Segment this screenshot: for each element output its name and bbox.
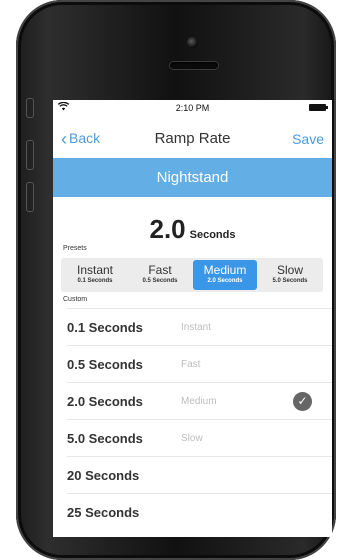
preset-name: Medium [203, 263, 247, 277]
current-rate: 2.0 Seconds [53, 214, 332, 245]
save-button[interactable]: Save [292, 131, 324, 147]
front-camera [187, 37, 198, 48]
app-screen: 2:10 PM ‹ Back Ramp Rate Save Nightstand … [53, 100, 332, 537]
row-value: 2.0 Seconds [67, 394, 143, 409]
presets-label: Presets [63, 245, 87, 252]
list-item[interactable]: 25 Seconds [67, 493, 332, 530]
navigation-bar: ‹ Back Ramp Rate Save [53, 122, 332, 154]
status-bar: 2:10 PM [53, 100, 332, 116]
battery-icon [309, 104, 328, 111]
preset-name: Instant [76, 263, 114, 277]
status-time: 2:10 PM [175, 103, 210, 113]
preset-name: Slow [276, 263, 303, 277]
volume-down-button [26, 182, 34, 212]
row-preset-name: Fast [181, 359, 201, 370]
current-rate-unit: Seconds [189, 229, 236, 241]
preset-name: Fast [148, 263, 172, 277]
preset-medium[interactable]: Medium 2.0 Seconds [193, 260, 257, 290]
presets-segmented-control: Instant 0.1 Seconds Fast 0.5 Seconds Med… [61, 258, 323, 292]
phone-frame: 2:10 PM ‹ Back Ramp Rate Save Nightstand … [16, 0, 336, 560]
mute-switch [26, 98, 34, 118]
list-item[interactable]: 2.0 Seconds Medium ✓ [67, 382, 332, 419]
device-name: Nightstand [156, 169, 229, 186]
device-banner: Nightstand [53, 158, 332, 197]
custom-list: 0.1 Seconds Instant 0.5 Seconds Fast 2.0… [67, 308, 332, 530]
preset-time: 5.0 Seconds [272, 278, 308, 284]
row-value: 25 Seconds [67, 505, 140, 520]
list-item[interactable]: 0.1 Seconds Instant [67, 308, 332, 345]
preset-slow[interactable]: Slow 5.0 Seconds [258, 260, 322, 290]
row-preset-name: Instant [181, 322, 212, 333]
preset-time: 0.5 Seconds [142, 278, 178, 284]
list-item[interactable]: 0.5 Seconds Fast [67, 345, 332, 382]
preset-time: 0.1 Seconds [77, 278, 113, 284]
preset-instant[interactable]: Instant 0.1 Seconds [63, 260, 127, 290]
current-rate-value: 2.0 [149, 214, 186, 244]
list-item[interactable]: 20 Seconds [67, 456, 332, 493]
earpiece-speaker [170, 62, 218, 69]
volume-up-button [26, 140, 34, 170]
row-value: 0.1 Seconds [67, 320, 143, 335]
preset-fast[interactable]: Fast 0.5 Seconds [128, 260, 192, 290]
page-title: Ramp Rate [154, 130, 231, 147]
row-value: 5.0 Seconds [67, 431, 143, 446]
row-value: 20 Seconds [67, 468, 140, 483]
custom-label: Custom [63, 296, 88, 303]
checkmark-icon: ✓ [293, 392, 312, 411]
row-preset-name: Medium [181, 396, 217, 407]
list-item[interactable]: 5.0 Seconds Slow [67, 419, 332, 456]
row-value: 0.5 Seconds [67, 357, 143, 372]
preset-time: 2.0 Seconds [207, 278, 243, 284]
row-preset-name: Slow [181, 433, 203, 444]
